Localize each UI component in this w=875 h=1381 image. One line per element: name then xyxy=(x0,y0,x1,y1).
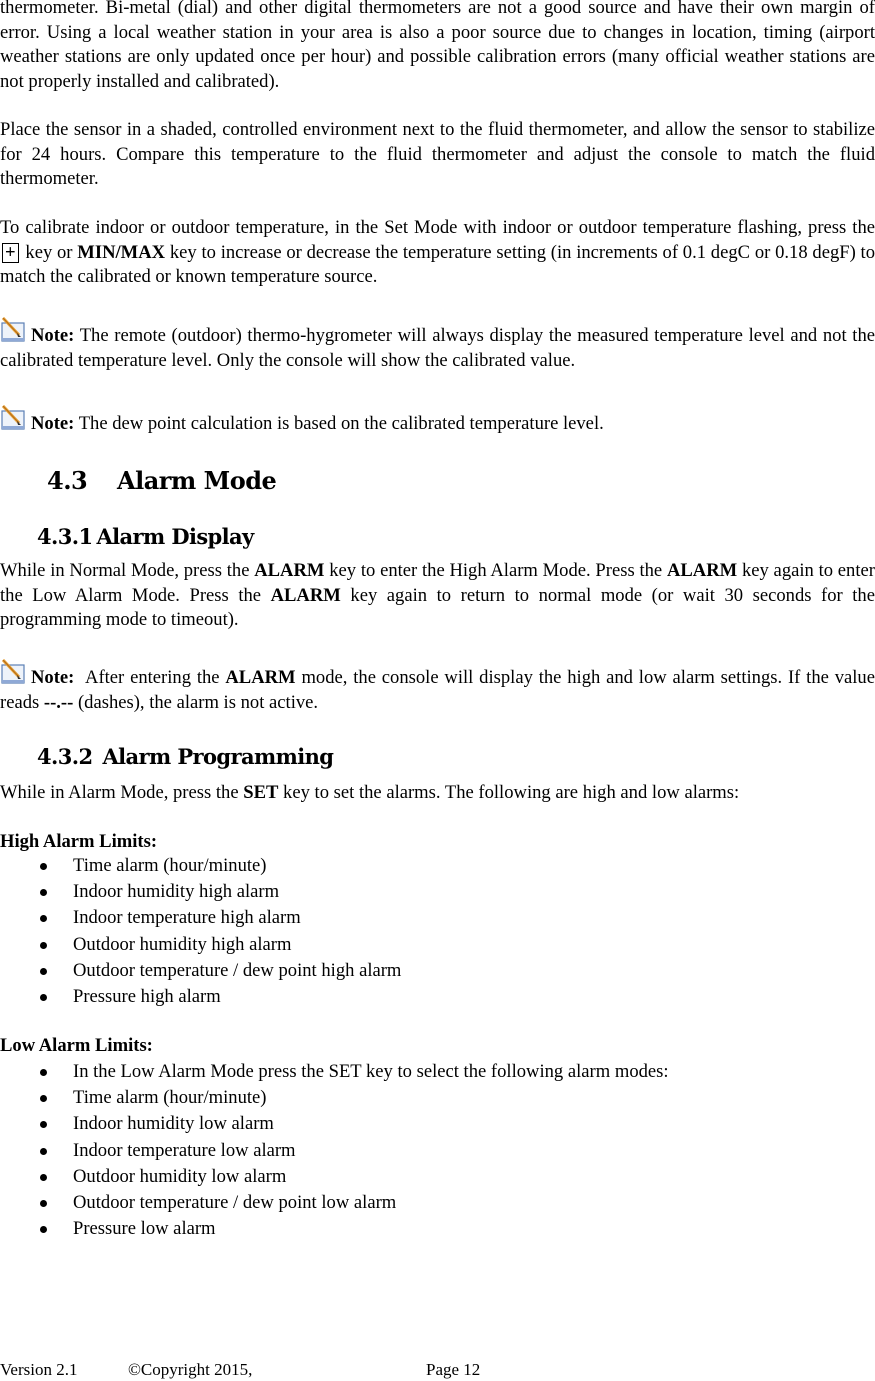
subsection-heading-alarm-programming: 4.3.2 Alarm Programming xyxy=(37,744,334,769)
list-item-text: In the Low Alarm Mode press the SET key … xyxy=(73,1061,669,1082)
list-item-text: Outdoor temperature / dew point low alar… xyxy=(73,1191,397,1213)
footer-version: Version 2.1 xyxy=(0,1360,78,1379)
paragraph-calibrate-temperature: To calibrate indoor or outdoor temperatu… xyxy=(0,216,875,290)
bullet-icon xyxy=(40,1173,47,1181)
list-item-text: Pressure low alarm xyxy=(73,1218,216,1240)
section-title: Alarm Mode xyxy=(117,466,277,495)
text: To calibrate indoor or outdoor temperatu… xyxy=(0,217,875,238)
text: While in Normal Mode, press the xyxy=(0,560,250,581)
list-item-text: Outdoor humidity high alarm xyxy=(73,933,292,955)
bullet-icon xyxy=(40,1147,47,1155)
list-item: Time alarm (hour/minute) xyxy=(0,1086,669,1112)
list-item-text: Indoor humidity high alarm xyxy=(73,881,280,903)
note-text: (dashes), the alarm is not active. xyxy=(77,691,319,713)
list-item: Pressure high alarm xyxy=(0,985,401,1011)
plus-key: + xyxy=(2,242,19,263)
subsection-heading-alarm-display: 4.3.1 Alarm Display xyxy=(37,524,254,549)
text: While in Alarm Mode, press the xyxy=(0,782,239,803)
notepad-pencil-icon xyxy=(0,316,28,343)
alarm-key: ALARM xyxy=(254,560,325,581)
bullet-icon xyxy=(40,1095,47,1103)
list-item-text: Outdoor humidity low alarm xyxy=(73,1165,287,1187)
paragraph-thermometer-sources: thermometer. Bi-metal (dial) and other d… xyxy=(0,0,875,92)
list-item: Pressure low alarm xyxy=(0,1217,669,1243)
alarm-key: ALARM xyxy=(666,560,738,581)
note-text: After entering the xyxy=(85,667,220,688)
list-item-text: Indoor temperature high alarm xyxy=(73,907,301,929)
note-label: Note: xyxy=(31,667,75,688)
list-item: Outdoor humidity low alarm xyxy=(0,1165,669,1191)
note-text: The dew point calculation is based on th… xyxy=(78,413,604,434)
footer-page-number: Page 12 xyxy=(426,1360,481,1379)
list-item: Outdoor temperature / dew point high ala… xyxy=(0,959,401,985)
list-item: Indoor humidity high alarm xyxy=(0,880,401,906)
list-item: Indoor humidity low alarm xyxy=(0,1112,669,1138)
list-item-text: Indoor humidity low alarm xyxy=(73,1113,274,1135)
list-item-text: Outdoor temperature / dew point high ala… xyxy=(73,959,402,981)
subsection-number: 4.3.1 xyxy=(37,524,93,549)
bullet-icon xyxy=(40,1121,47,1129)
list-item: Indoor temperature low alarm xyxy=(0,1139,669,1165)
list-item: Indoor temperature high alarm xyxy=(0,906,401,932)
list-item-text: Time alarm (hour/minute) xyxy=(73,855,267,876)
section-number: 4.3 xyxy=(47,466,88,495)
list-item-text: Time alarm (hour/minute) xyxy=(73,1087,267,1109)
paragraph-alarm-display: While in Normal Mode, press the ALARM ke… xyxy=(0,559,875,633)
alarm-key: ALARM xyxy=(225,667,296,688)
alarm-key: ALARM xyxy=(270,584,341,606)
min-max-key: MIN/MAX xyxy=(77,241,166,263)
note-text: The remote (outdoor) thermo-hygrometer w… xyxy=(0,325,875,371)
subsection-title: Alarm Programming xyxy=(102,744,334,769)
bullet-icon xyxy=(40,863,47,870)
bullet-icon xyxy=(40,993,47,1001)
bullet-icon xyxy=(40,1199,47,1207)
list-item: Outdoor humidity high alarm xyxy=(0,933,401,959)
paragraph-alarm-programming: While in Alarm Mode, press the SET key t… xyxy=(0,781,875,806)
note-remote-thermo: Note: The remote (outdoor) thermo-hygrom… xyxy=(0,316,875,373)
bullet-icon xyxy=(40,967,47,975)
list-item: Outdoor temperature / dew point low alar… xyxy=(0,1191,669,1217)
set-key: SET xyxy=(243,782,279,803)
section-heading-alarm-mode: 4.3 Alarm Mode xyxy=(47,466,277,495)
bullet-icon xyxy=(40,889,47,897)
low-alarm-limits-list: In the Low Alarm Mode press the SET key … xyxy=(0,1060,669,1243)
note-alarm-settings: Note: After entering the ALARM mode, the… xyxy=(0,658,875,715)
list-item: In the Low Alarm Mode press the SET key … xyxy=(0,1060,669,1086)
note-dew-point: Note: The dew point calculation is based… xyxy=(0,404,875,437)
footer-copyright: ©Copyright 2015, xyxy=(128,1360,253,1379)
text: key to enter the High Alarm Mode. Press … xyxy=(329,560,663,581)
high-alarm-limits-label: High Alarm Limits: xyxy=(0,831,158,852)
low-alarm-limits-label: Low Alarm Limits: xyxy=(0,1035,153,1056)
bullet-icon xyxy=(40,941,47,949)
list-item-text: Pressure high alarm xyxy=(73,985,221,1007)
subsection-number: 4.3.2 xyxy=(37,744,93,769)
high-alarm-limits-list: Time alarm (hour/minute) Indoor humidity… xyxy=(0,854,401,1011)
paragraph-sensor-placement: Place the sensor in a shaded, controlled… xyxy=(0,119,875,189)
list-item-text: Indoor temperature low alarm xyxy=(73,1139,296,1161)
note-label: Note: xyxy=(31,325,75,346)
list-item: Time alarm (hour/minute) xyxy=(0,854,401,880)
notepad-pencil-icon xyxy=(0,404,28,431)
subsection-title: Alarm Display xyxy=(96,524,254,549)
bullet-icon xyxy=(40,1226,47,1234)
notepad-pencil-icon xyxy=(0,658,28,685)
text: key to set the alarms. The following are… xyxy=(283,782,740,803)
note-label: Note: xyxy=(31,413,75,434)
text: key or xyxy=(25,241,73,263)
bullet-icon xyxy=(40,1069,47,1076)
dashes-value: --.-- xyxy=(43,691,74,713)
bullet-icon xyxy=(40,915,47,923)
